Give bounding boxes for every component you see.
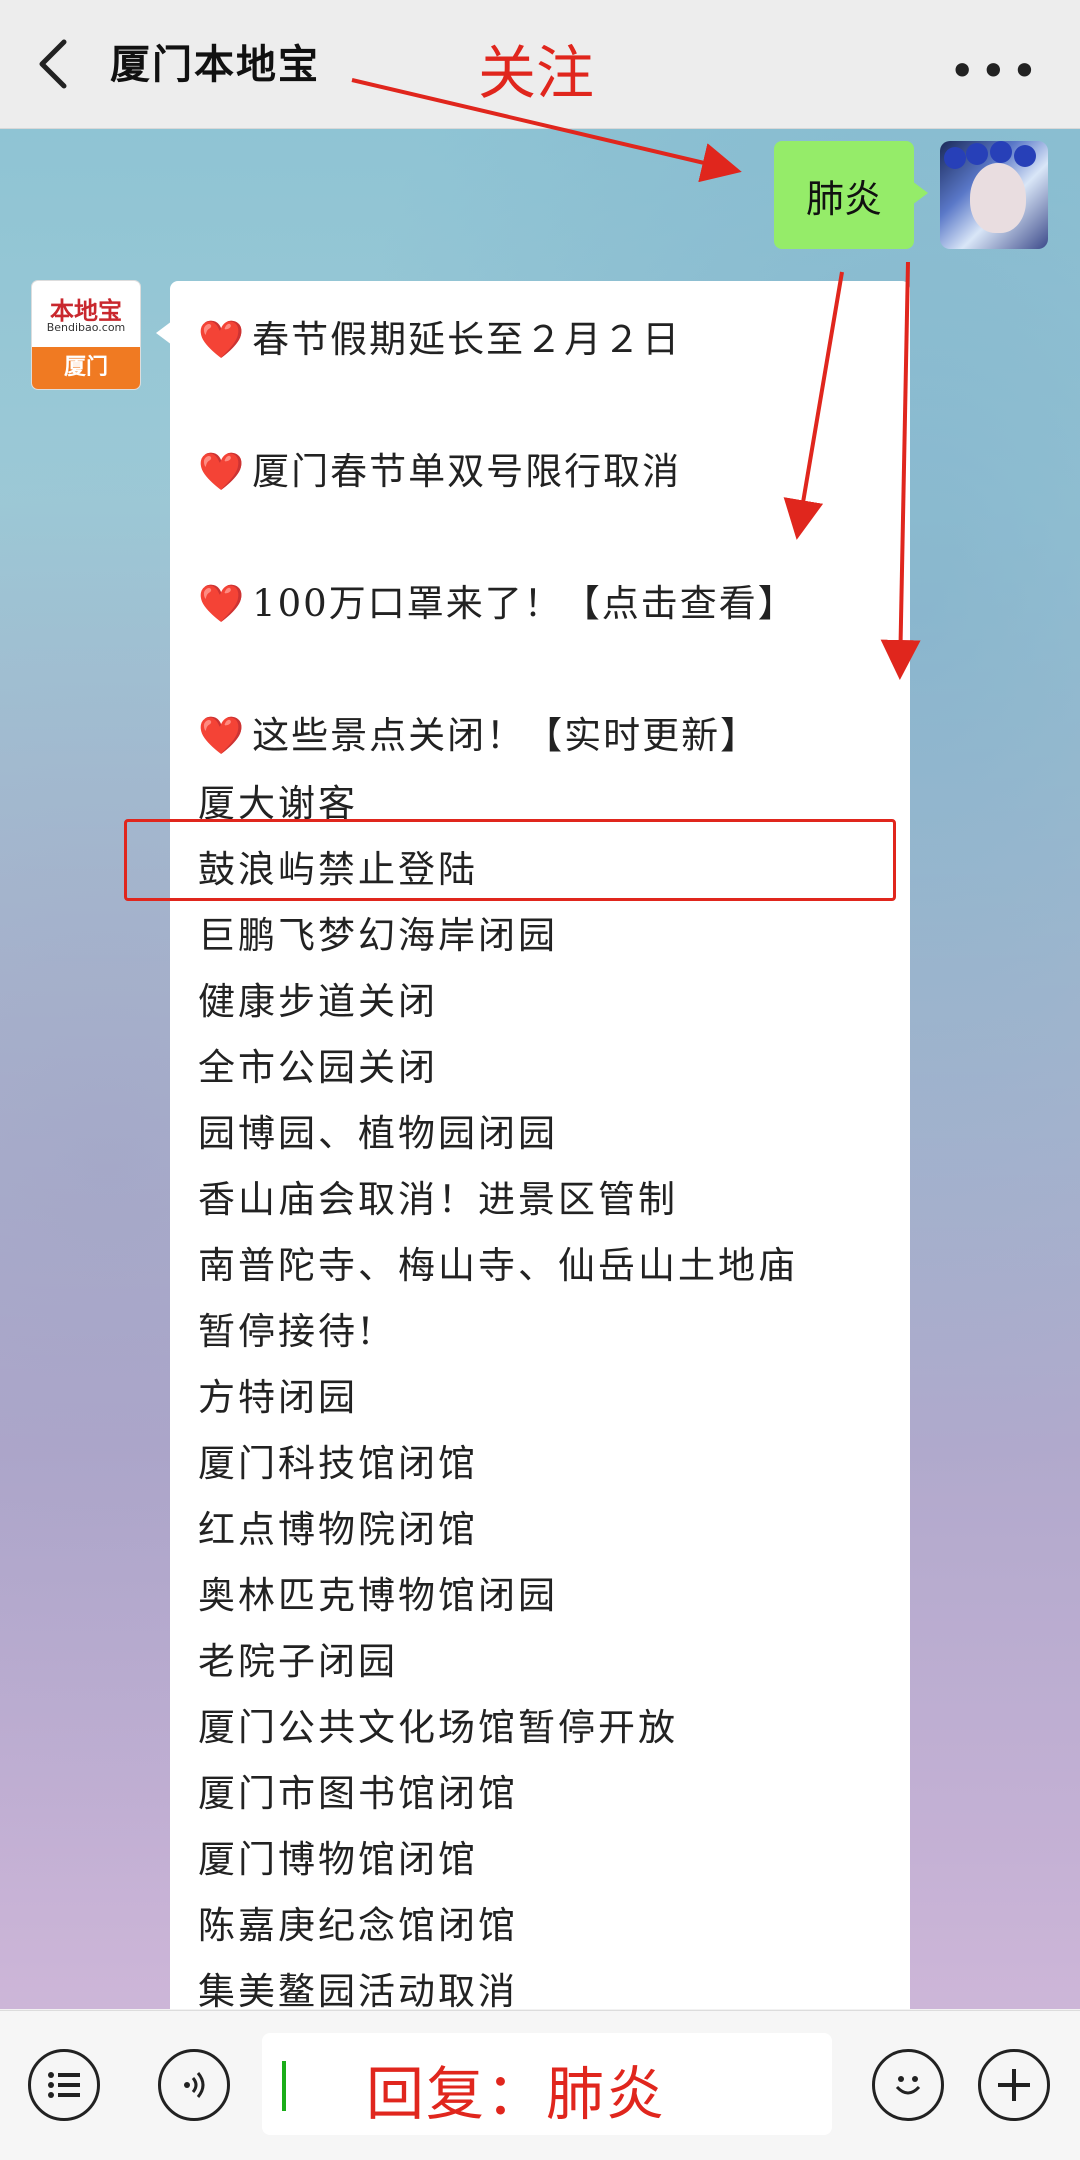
text-cursor — [282, 2061, 286, 2111]
back-chevron-icon[interactable] — [34, 38, 74, 90]
my-message-bubble[interactable]: 肺炎 — [774, 141, 928, 249]
headline-text: 厦门春节单双号限行取消 — [252, 450, 682, 493]
closure-item: 南普陀寺、梅山寺、仙岳山土地庙 — [198, 1244, 798, 1287]
emoji-icon[interactable] — [872, 2049, 944, 2121]
more-icon[interactable]: ••• — [949, 44, 1042, 98]
closure-item: 厦门公共文化场馆暂停开放 — [198, 1706, 678, 1749]
closure-item: 巨鹏飞梦幻海岸闭园 — [198, 914, 558, 957]
closure-item: 厦门科技馆闭馆 — [198, 1442, 478, 1485]
closure-item: 红点博物院闭馆 — [198, 1508, 478, 1551]
headline-item[interactable]: ❤️ 这些景点关闭！【实时更新】 — [198, 705, 759, 759]
closure-item: 全市公园关闭 — [198, 1046, 438, 1089]
closure-item: 陈嘉庚纪念馆闭馆 — [198, 1904, 518, 1947]
message-input[interactable]: 回复：肺炎 — [262, 2033, 832, 2135]
reply-message-bubble: ❤️ 春节假期延长至２月２日 ❤️ 厦门春节单双号限行取消 ❤️ 100万口罩来了！【… — [156, 281, 910, 2009]
composer-bar: 回复：肺炎 — [0, 2010, 1080, 2160]
closure-item: 园博园、植物园闭园 — [198, 1112, 558, 1155]
heart-icon: ❤️ — [198, 582, 247, 625]
closure-item: 老院子闭园 — [198, 1640, 398, 1683]
avatar-city: 厦门 — [32, 347, 140, 389]
chat-area: 肺炎 本地宝 Bendibao.com 厦门 ❤️ 春节假期延长至２月２日 ❤️ 厦… — [0, 129, 1080, 2009]
heart-icon: ❤️ — [198, 450, 247, 493]
headline-text: 春节假期延长至２月２日 — [252, 318, 682, 361]
closure-item: 健康步道关闭 — [198, 980, 438, 1023]
closure-item: 方特闭园 — [198, 1376, 358, 1419]
voice-icon[interactable] — [158, 2049, 230, 2121]
headline-text: 100万口罩来了！【点击查看】 — [252, 582, 797, 625]
heart-icon: ❤️ — [198, 714, 247, 757]
menu-list-icon[interactable] — [28, 2049, 100, 2121]
closure-item: 厦门博物馆闭馆 — [198, 1838, 478, 1881]
headline-item[interactable]: ❤️ 厦门春节单双号限行取消 — [198, 441, 681, 495]
official-account-avatar[interactable]: 本地宝 Bendibao.com 厦门 — [32, 281, 140, 389]
headline-text: 这些景点关闭！【实时更新】 — [252, 714, 760, 757]
headline-item[interactable]: ❤️ 春节假期延长至２月２日 — [198, 309, 681, 363]
closure-item: 香山庙会取消！进景区管制 — [198, 1178, 678, 1221]
top-navigation-bar: 厦门本地宝 关注 ••• — [0, 0, 1080, 129]
plus-icon[interactable] — [978, 2049, 1050, 2121]
user-avatar[interactable] — [940, 141, 1048, 249]
reply-annotation: 回复：肺炎 — [366, 2060, 667, 2128]
closure-item: 集美鳌园活动取消 — [198, 1970, 518, 2009]
closure-item: 暂停接待! — [198, 1310, 376, 1353]
heart-icon: ❤️ — [198, 318, 247, 361]
highlight-annotation-box — [124, 819, 896, 901]
closure-item: 厦门市图书馆闭馆 — [198, 1772, 518, 1815]
chat-title: 厦门本地宝 — [110, 42, 320, 88]
headline-item[interactable]: ❤️ 100万口罩来了！【点击查看】 — [198, 573, 797, 627]
closure-item: 奥林匹克博物馆闭园 — [198, 1574, 558, 1617]
follow-annotation: 关注 — [478, 39, 595, 107]
avatar-domain: Bendibao.com — [46, 321, 126, 334]
